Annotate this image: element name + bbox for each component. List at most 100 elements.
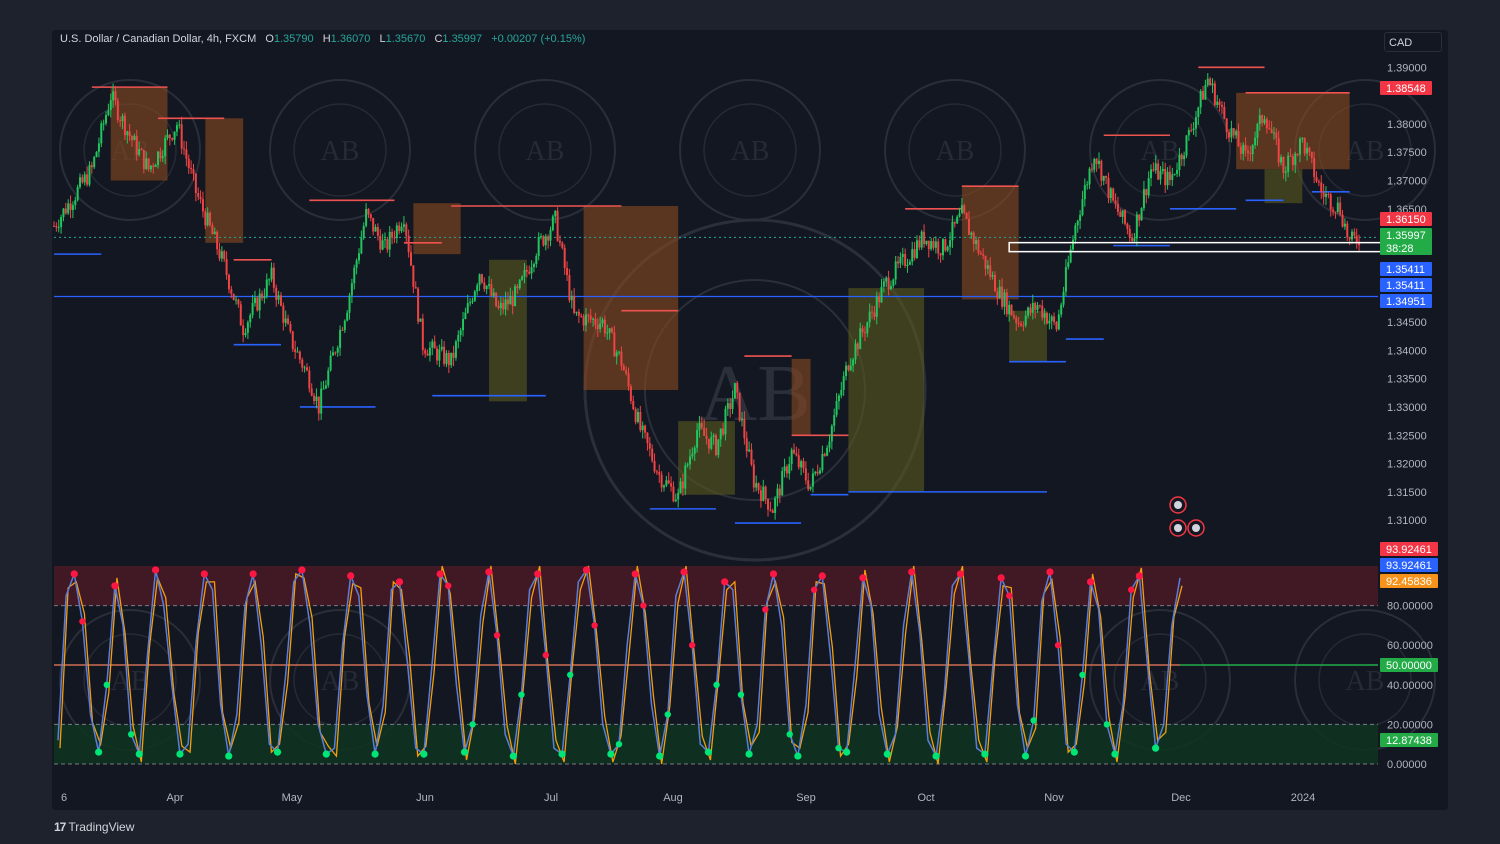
candle-body — [140, 149, 143, 151]
candle-body — [828, 441, 831, 448]
candle-body — [1242, 144, 1245, 154]
candle-body — [1178, 154, 1181, 170]
candle-body — [1140, 208, 1143, 221]
candle-body — [67, 203, 70, 214]
candle-body — [764, 486, 767, 499]
candle-body — [897, 261, 900, 264]
chart-canvas[interactable]: ABABABABABABABABABABABAB 1.390001.380001… — [0, 0, 1500, 844]
oscillator-badge-text: 12.87438 — [1386, 735, 1432, 747]
tradingview-brand[interactable]: 17 TradingView — [54, 820, 134, 834]
candle-body — [731, 398, 734, 410]
candle-body — [1022, 325, 1025, 327]
candle-body — [592, 318, 595, 320]
candle-body — [388, 231, 391, 250]
candle-body — [993, 275, 996, 292]
candle-body — [887, 277, 890, 290]
candle-body — [391, 231, 394, 238]
oscillator-badge-text: 93.92461 — [1386, 544, 1432, 556]
candle-body — [1138, 214, 1141, 221]
candle-body — [1244, 144, 1247, 151]
candle-body — [1223, 106, 1226, 119]
candle-body — [227, 274, 230, 290]
candle-body — [490, 284, 493, 296]
watermark-seal-letters: AB — [321, 136, 360, 167]
candle-body — [109, 100, 112, 111]
candle-body — [641, 425, 644, 431]
candle-body — [1133, 238, 1136, 241]
time-tick-label: 2024 — [1291, 792, 1315, 804]
candle-body — [1114, 200, 1117, 204]
cross-dot — [1054, 642, 1062, 649]
candle-body — [932, 241, 935, 248]
oversold-dot — [176, 750, 184, 758]
event-flag-icon — [1174, 524, 1182, 532]
candle-body — [315, 396, 318, 401]
candle-body — [575, 311, 578, 313]
overbought-dot — [680, 568, 688, 576]
candle-body — [509, 296, 512, 305]
cross-dot — [737, 691, 745, 698]
candle-body — [313, 395, 316, 401]
time-axis[interactable]: 6 Apr May Jun Jul Aug Sep Oct Nov Dec 2024 — [61, 792, 1315, 804]
candle-body — [289, 324, 292, 332]
candle-body — [279, 295, 282, 306]
candle-body — [180, 124, 183, 149]
candle-body — [814, 471, 817, 474]
candle-body — [1102, 176, 1105, 181]
candle-body — [438, 349, 441, 361]
candle-body — [1041, 305, 1044, 318]
candle-body — [97, 143, 100, 152]
overbought-dot — [859, 574, 867, 582]
candle-body — [636, 411, 639, 423]
price-badge-text: 1.38548 — [1386, 83, 1426, 95]
cross-dot — [713, 681, 720, 688]
candle-body — [556, 210, 559, 241]
candle-body — [1147, 178, 1150, 196]
candle-body — [100, 123, 103, 144]
candle-body — [93, 156, 96, 168]
event-markers[interactable] — [1169, 496, 1205, 537]
candle-body — [157, 151, 160, 166]
oversold-dot — [981, 750, 989, 758]
candle-body — [1164, 168, 1167, 186]
candle-body — [566, 268, 569, 276]
candle-body — [1280, 156, 1283, 163]
candle-body — [277, 295, 280, 300]
symbol-legend[interactable]: U.S. Dollar / Canadian Dollar, 4h, FXCM … — [60, 33, 591, 45]
candle-body — [1284, 171, 1287, 173]
candle-body — [1282, 156, 1285, 173]
candle-body — [975, 240, 978, 244]
candle-body — [407, 235, 410, 253]
candle-body — [582, 316, 585, 326]
candle-body — [745, 438, 748, 452]
candle-body — [114, 91, 117, 101]
cross-dot — [1006, 592, 1013, 599]
candle-body — [301, 359, 304, 368]
candle-body — [412, 265, 415, 287]
candle-body — [811, 473, 814, 487]
price-badge-text: 1.34951 — [1386, 296, 1426, 308]
candle-body — [249, 315, 252, 323]
candle-body — [431, 341, 434, 348]
currency-selector[interactable]: CAD — [1384, 32, 1442, 52]
candle-body — [518, 279, 521, 289]
low-value: 1.35670 — [385, 33, 426, 45]
candle-body — [1301, 137, 1304, 139]
price-tick-label: 1.37500 — [1387, 147, 1427, 159]
overbought-dot — [200, 570, 208, 578]
candle-body — [722, 428, 725, 435]
candle-body — [149, 165, 152, 170]
candle-body — [161, 156, 164, 159]
candle-body — [1150, 169, 1153, 179]
candle-body — [499, 302, 502, 309]
candle-body — [594, 318, 597, 325]
tradingview-frame: ABABABABABABABABABABABAB 1.390001.380001… — [0, 0, 1500, 844]
candle-body — [469, 301, 472, 304]
overbought-dot — [534, 570, 542, 578]
candle-body — [525, 269, 528, 272]
time-tick-label: Apr — [166, 792, 183, 804]
candle-body — [424, 350, 427, 354]
candle-body — [454, 341, 457, 358]
candle-body — [1135, 214, 1138, 239]
candle-body — [1202, 91, 1205, 100]
